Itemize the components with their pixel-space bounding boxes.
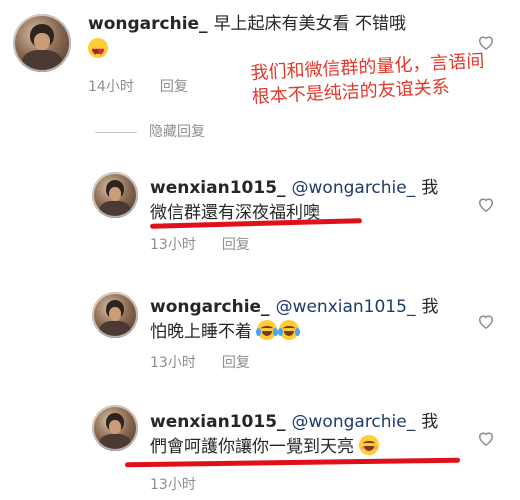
comment-mention[interactable]: @wenxian1015_: [276, 297, 416, 317]
comment-mention[interactable]: @wongarchie_: [292, 412, 416, 432]
comment-meta: 13小时 回复: [150, 352, 276, 372]
smiling-blush-emoji-icon: [359, 435, 380, 455]
comment-meta: 14小时 回复: [88, 76, 214, 96]
comment-body-line2: 們會呵護你讓你一覺到天亮: [150, 435, 381, 459]
comment-username[interactable]: wongarchie_: [88, 14, 208, 34]
comment-time: 13小时: [150, 355, 196, 371]
tears-of-joy-emoji-icon: [278, 320, 301, 340]
reply-button[interactable]: 回复: [160, 79, 188, 95]
annotation-note: 我们和微信群的量化，言语间根本不是纯洁的友谊关系: [250, 50, 485, 108]
divider-line: [95, 131, 137, 133]
hidden-replies-toggle[interactable]: 隐藏回复: [95, 121, 205, 141]
hidden-replies-label[interactable]: 隐藏回复: [149, 124, 205, 140]
heart-outline-icon[interactable]: [476, 428, 496, 448]
comment-username[interactable]: wongarchie_: [150, 297, 270, 317]
comment-time: 13小时: [150, 237, 196, 253]
comment-body: 我: [421, 297, 439, 317]
tears-of-joy-emoji-icon: [256, 320, 279, 340]
comment-text: wenxian1015_ @wongarchie_ 我: [150, 176, 438, 200]
comment-mention[interactable]: @wongarchie_: [292, 178, 416, 198]
heart-outline-icon[interactable]: [476, 311, 496, 331]
comment-body: 我: [421, 412, 439, 432]
comment-body: 我: [421, 178, 439, 198]
comment-meta: 13小时: [150, 474, 222, 494]
comment-meta: 13小时 回复: [150, 234, 276, 254]
comment-body-line2: 怕晚上睡不着: [150, 320, 301, 344]
comment-time: 14小时: [88, 79, 134, 95]
heart-outline-icon[interactable]: [476, 194, 496, 214]
comment-body: 怕晚上睡不着: [150, 322, 252, 342]
comment-username[interactable]: wenxian1015_: [150, 178, 286, 198]
reply-button[interactable]: 回复: [222, 237, 250, 253]
comment-text: wongarchie_ 早上起床有美女看 不错哦: [88, 12, 406, 36]
comment-username[interactable]: wenxian1015_: [150, 412, 286, 432]
avatar[interactable]: [92, 405, 138, 451]
comment-text: wenxian1015_ @wongarchie_ 我: [150, 410, 438, 434]
avatar[interactable]: [92, 172, 138, 218]
heart-eyes-emoji-icon: [88, 38, 108, 65]
avatar[interactable]: [92, 292, 138, 338]
reply-button[interactable]: 回复: [222, 355, 250, 371]
red-underline: [124, 457, 461, 468]
comment-time: 13小时: [150, 477, 196, 493]
avatar[interactable]: [13, 14, 71, 72]
comment-body: 早上起床有美女看 不错哦: [213, 14, 406, 34]
comment-body: 們會呵護你讓你一覺到天亮: [150, 437, 354, 457]
comment-text: wongarchie_ @wenxian1015_ 我: [150, 295, 438, 319]
comment-emoji-line: [88, 38, 110, 65]
